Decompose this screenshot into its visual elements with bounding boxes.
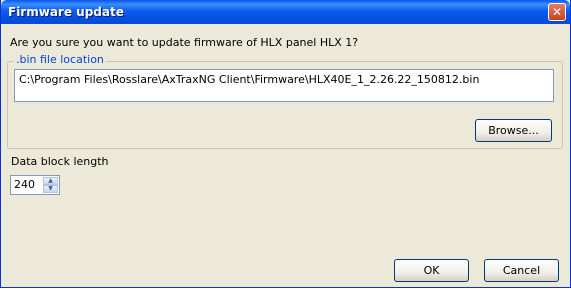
bin-location-label: .bin file location [14, 53, 106, 66]
chevron-up-icon[interactable]: ▲ [43, 177, 58, 185]
close-button[interactable]: ✕ [548, 3, 566, 21]
window-title: Firmware update [8, 5, 124, 19]
confirmation-question: Are you sure you want to update firmware… [10, 36, 359, 49]
bin-path-field[interactable]: C:\Program Files\Rosslare\AxTraxNG Clien… [14, 69, 554, 102]
chevron-down-icon[interactable]: ▼ [43, 185, 58, 193]
ok-button[interactable]: OK [394, 259, 469, 282]
firmware-update-dialog: Firmware update ✕ Are you sure you want … [0, 0, 571, 288]
data-block-length-value[interactable]: 240 [14, 178, 35, 191]
browse-button[interactable]: Browse... [475, 119, 552, 142]
close-icon: ✕ [551, 5, 563, 19]
data-block-length-label: Data block length [11, 155, 109, 168]
title-bar[interactable]: Firmware update ✕ [1, 0, 570, 24]
data-block-length-stepper[interactable]: 240 ▲ ▼ [10, 175, 60, 195]
cancel-button[interactable]: Cancel [484, 259, 559, 282]
spin-buttons: ▲ ▼ [43, 177, 58, 193]
dialog-body: Are you sure you want to update firmware… [4, 24, 567, 284]
